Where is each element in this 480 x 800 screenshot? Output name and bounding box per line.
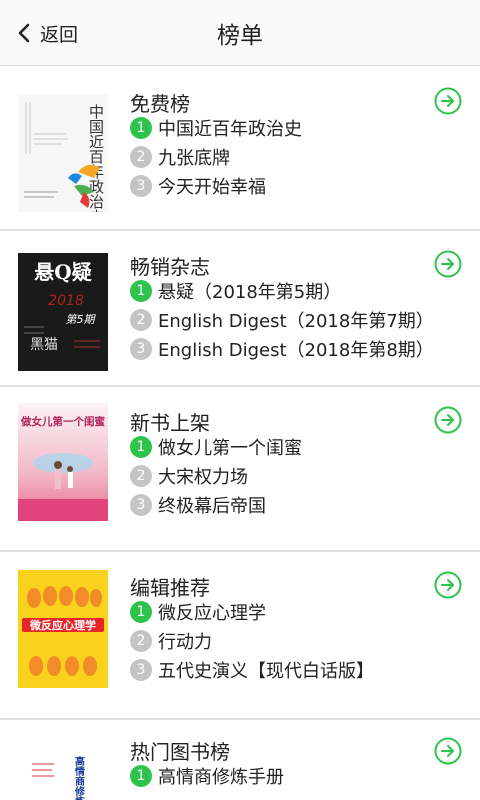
- arrow-right-circle-icon[interactable]: [434, 250, 462, 278]
- book-cover[interactable]: 中国近百年政治史: [18, 94, 108, 212]
- rank-badge: 2: [130, 465, 152, 487]
- arrow-right-circle-icon[interactable]: [434, 87, 462, 115]
- cover-title: 做女儿第一个闺蜜: [20, 415, 105, 428]
- list-item[interactable]: 3 今天开始幸福: [130, 173, 266, 199]
- ranking-section[interactable]: 微反应心理学 编辑推荐 1 微反应心理学 2 行动力 3 五代史演义【现代白话版…: [0, 552, 480, 718]
- list-item[interactable]: 2 大宋权力场: [130, 463, 248, 489]
- list-item[interactable]: 1 做女儿第一个闺蜜: [130, 434, 302, 460]
- book-title: 今天开始幸福: [158, 177, 266, 198]
- ranking-section[interactable]: 中国近百年政治史 免费榜 1 中国近百年政治史 2 九张底牌 3 今天开始幸福: [0, 66, 480, 229]
- list-item[interactable]: 1 微反应心理学: [130, 599, 266, 625]
- list-item[interactable]: 3 五代史演义【现代白话版】: [130, 657, 374, 683]
- page-title: 榜单: [217, 23, 263, 49]
- book-title: 终极幕后帝国: [158, 496, 266, 517]
- rank-badge: 3: [130, 494, 152, 516]
- list-item[interactable]: 3 English Digest（2018年第8期）: [130, 336, 434, 362]
- book-cover[interactable]: 微反应心理学: [18, 570, 108, 688]
- rank-badge: 1: [130, 765, 152, 787]
- category-title: 免费榜: [130, 92, 190, 116]
- category-title: 畅销杂志: [130, 255, 210, 279]
- book-cover[interactable]: 做女儿第一个闺蜜: [18, 403, 108, 521]
- cover-title: 中国近百年政治史: [87, 104, 105, 212]
- cover-year: 2018: [48, 293, 84, 309]
- rank-badge: 1: [130, 601, 152, 623]
- arrow-right-circle-icon[interactable]: [434, 571, 462, 599]
- ranking-section[interactable]: 悬Q疑 2018 第5期 黑猫 畅销杂志 1 悬疑（2018年第5期） 2 En…: [0, 231, 480, 385]
- book-title: 中国近百年政治史: [158, 119, 302, 140]
- category-title: 编辑推荐: [130, 576, 210, 600]
- book-title: 大宋权力场: [158, 467, 248, 488]
- arrow-right-circle-icon[interactable]: [434, 406, 462, 434]
- rank-badge: 2: [130, 309, 152, 331]
- book-cover[interactable]: 悬Q疑 2018 第5期 黑猫: [18, 253, 108, 371]
- list-item[interactable]: 1 中国近百年政治史: [130, 115, 302, 141]
- rank-badge: 2: [130, 630, 152, 652]
- rank-badge: 3: [130, 659, 152, 681]
- cover-issue: 第5期: [66, 313, 97, 326]
- rank-badge: 1: [130, 436, 152, 458]
- list-item[interactable]: 2 行动力: [130, 628, 212, 654]
- rank-badge: 3: [130, 338, 152, 360]
- book-title: English Digest（2018年第8期）: [158, 340, 434, 361]
- list-item[interactable]: 1 悬疑（2018年第5期）: [130, 278, 341, 304]
- book-title: 做女儿第一个闺蜜: [158, 438, 302, 459]
- list-item[interactable]: 3 终极幕后帝国: [130, 492, 266, 518]
- book-title: 高情商修炼手册: [158, 767, 284, 788]
- list-item[interactable]: 1 高情商修炼手册: [130, 763, 284, 789]
- list-item[interactable]: 2 九张底牌: [130, 144, 230, 170]
- cover-side: 黑猫: [30, 337, 58, 353]
- cover-title: 悬Q疑: [34, 260, 91, 284]
- ranking-section[interactable]: 高情商修炼手 热门图书榜 1 高情商修炼手册: [0, 720, 480, 800]
- ranking-list: 中国近百年政治史 免费榜 1 中国近百年政治史 2 九张底牌 3 今天开始幸福 …: [0, 66, 480, 800]
- header: 返回 榜单: [0, 0, 480, 66]
- category-title: 新书上架: [130, 411, 210, 435]
- ranking-section[interactable]: 做女儿第一个闺蜜 新书上架 1 做女儿第一个闺蜜 2 大宋权力场 3 终极幕后帝…: [0, 387, 480, 550]
- category-title: 热门图书榜: [130, 740, 230, 764]
- book-title: English Digest（2018年第7期）: [158, 311, 434, 332]
- list-item[interactable]: 2 English Digest（2018年第7期）: [130, 307, 434, 333]
- rank-badge: 3: [130, 175, 152, 197]
- book-title: 九张底牌: [158, 148, 230, 169]
- book-title: 悬疑（2018年第5期）: [158, 282, 342, 303]
- rank-badge: 1: [130, 117, 152, 139]
- rank-badge: 2: [130, 146, 152, 168]
- book-title: 行动力: [158, 632, 212, 653]
- book-cover[interactable]: 高情商修炼手: [18, 754, 108, 800]
- book-title: 五代史演义【现代白话版】: [158, 661, 374, 682]
- rank-badge: 1: [130, 280, 152, 302]
- cover-title: 微反应心理学: [29, 618, 96, 632]
- book-title: 微反应心理学: [158, 603, 266, 624]
- arrow-right-circle-icon[interactable]: [434, 737, 462, 765]
